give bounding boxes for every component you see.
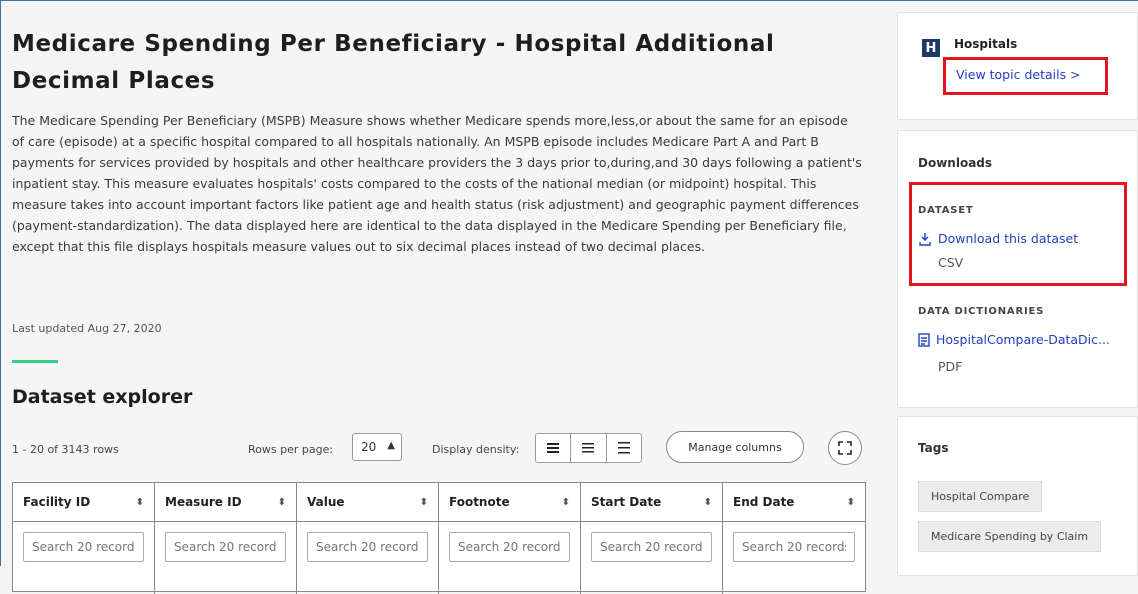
lines-icon (617, 442, 630, 454)
column-label: Facility ID (23, 495, 91, 509)
tags-title: Tags (918, 441, 949, 455)
density-label: Display density: (432, 443, 520, 456)
column-search-input[interactable] (165, 532, 286, 562)
column-header[interactable]: Start Date ⬍ (581, 483, 723, 521)
column-label: End Date (733, 495, 795, 509)
column-header[interactable]: Value ⬍ (297, 483, 439, 521)
explorer-toolbar: 1 - 20 of 3143 rows Rows per page: 20 ▲ … (12, 431, 867, 467)
downloads-card: Downloads DATASET Download this dataset … (897, 130, 1138, 408)
filter-cell (439, 522, 581, 594)
accent-bar (12, 360, 58, 363)
sort-icon: ⬍ (561, 496, 570, 508)
rows-per-page-select[interactable]: 20 ▲ (352, 433, 402, 461)
data-table: Facility ID ⬍ Measure ID ⬍ Value ⬍ Footnote… (12, 482, 866, 594)
data-dictionaries-label: DATA DICTIONARIES (918, 306, 1045, 317)
column-search-input[interactable] (307, 532, 428, 562)
sort-icon: ⬍ (419, 496, 428, 508)
filter-cell (155, 522, 297, 594)
sort-icon: ⬍ (277, 496, 286, 508)
density-toggle (535, 433, 642, 463)
column-label: Footnote (449, 495, 510, 509)
lines-icon (582, 443, 595, 453)
density-expanded-button[interactable] (607, 434, 641, 462)
hospital-logo: H (922, 39, 940, 57)
column-label: Start Date (591, 495, 662, 509)
column-header[interactable]: Footnote ⬍ (439, 483, 581, 521)
topic-title: Hospitals (954, 37, 1018, 51)
column-header[interactable]: End Date ⬍ (723, 483, 865, 521)
rows-per-page-value: 20 (361, 440, 377, 454)
column-search-input[interactable] (591, 532, 712, 562)
column-search-input[interactable] (733, 532, 855, 562)
sort-icon: ⬍ (846, 496, 855, 508)
sort-arrows-icon: ▲ (387, 440, 395, 451)
column-header[interactable]: Facility ID ⬍ (13, 483, 155, 521)
filter-cell (723, 522, 865, 594)
explorer-title: Dataset explorer (12, 386, 193, 408)
tag-chip[interactable]: Medicare Spending by Claim (918, 521, 1102, 552)
filter-cell (13, 522, 155, 594)
rows-count: 1 - 20 of 3143 rows (12, 443, 119, 456)
data-dictionary-label: HospitalCompare-DataDic... (936, 332, 1110, 347)
explorer-area: Last updated Aug 27, 2020 Dataset explor… (12, 26, 872, 594)
column-header[interactable]: Measure ID ⬍ (155, 483, 297, 521)
manage-columns-button[interactable]: Manage columns (666, 431, 804, 463)
tag-chip[interactable]: Hospital Compare (918, 481, 1043, 512)
rows-per-page-label: Rows per page: (248, 443, 334, 456)
column-label: Measure ID (165, 495, 242, 509)
highlight-box (943, 57, 1108, 95)
filter-cell (297, 522, 439, 594)
dictionary-format: PDF (938, 359, 963, 374)
sort-icon: ⬍ (703, 496, 712, 508)
top-border (0, 0, 1138, 1)
highlight-box (909, 182, 1127, 286)
topic-card: H Hospitals View topic details > (897, 12, 1138, 120)
filter-cell (581, 522, 723, 594)
density-normal-button[interactable] (571, 434, 607, 462)
data-dictionary-link[interactable]: HospitalCompare-DataDic... (918, 332, 1110, 347)
last-updated: Last updated Aug 27, 2020 (12, 322, 162, 335)
downloads-title: Downloads (918, 156, 993, 170)
filter-row (13, 522, 865, 594)
column-label: Value (307, 495, 345, 509)
column-search-input[interactable] (449, 532, 570, 562)
document-icon (918, 332, 930, 347)
fullscreen-button[interactable] (828, 431, 862, 465)
table-header: Facility ID ⬍ Measure ID ⬍ Value ⬍ Footnote… (13, 483, 865, 522)
tags-card: Tags Hospital Compare Medicare Spending … (897, 416, 1138, 576)
lines-icon (547, 443, 560, 453)
left-border (0, 0, 1, 566)
density-compact-button[interactable] (536, 434, 572, 462)
sort-icon: ⬍ (135, 496, 144, 508)
expand-icon (838, 441, 852, 455)
column-search-input[interactable] (23, 532, 144, 562)
